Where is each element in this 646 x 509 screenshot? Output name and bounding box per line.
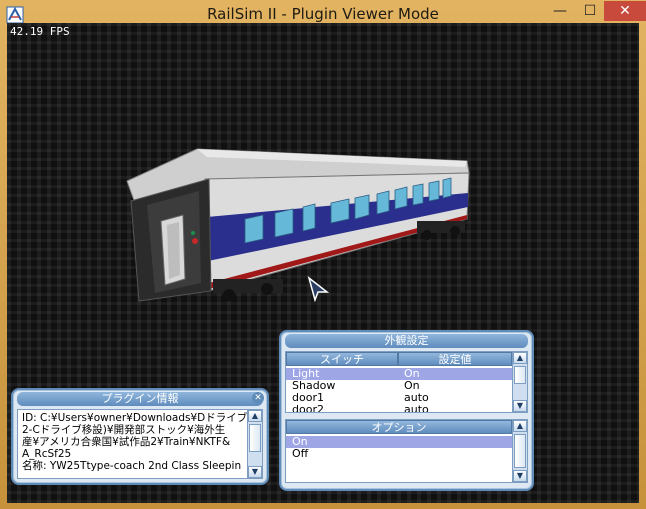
panel-title: 外観設定	[285, 334, 528, 348]
panel-title: プラグイン情報	[17, 392, 263, 406]
plugin-info-lines: ID: C:¥Users¥owner¥Downloads¥Dドライブ( 2-Cド…	[22, 412, 252, 472]
plugin-info-scrollbar[interactable]: ▲ ▼	[247, 410, 262, 478]
scroll-down-icon[interactable]: ▼	[513, 470, 527, 482]
scroll-down-icon[interactable]: ▼	[248, 466, 262, 478]
option-row-on[interactable]: On	[286, 436, 512, 448]
switch-row-door2[interactable]: door2 auto	[286, 404, 512, 412]
option-label: Off	[292, 447, 309, 460]
column-header-value[interactable]: 設定値	[398, 352, 512, 366]
info-line: 2-Cドライブ移設)¥開発部ストック¥海外生	[22, 424, 226, 436]
switch-value: auto	[404, 404, 429, 412]
switch-list-scrollbar[interactable]: ▲ ▼	[512, 352, 527, 412]
options-list-scrollbar[interactable]: ▲ ▼	[512, 420, 527, 482]
plugin-info-text[interactable]: ID: C:¥Users¥owner¥Downloads¥Dドライブ( 2-Cド…	[17, 409, 263, 479]
info-line: 名称: YW25Ttype-coach 2nd Class Sleepin	[22, 460, 242, 472]
options-header: オプション	[286, 420, 512, 434]
switch-row-door1[interactable]: door1 auto	[286, 392, 512, 404]
fps-counter: 42.19 FPS	[10, 25, 70, 38]
close-icon[interactable]: ✕	[252, 392, 264, 404]
3d-viewport[interactable]: 42.19 FPS 外観設定 スイッチ 設定値 Light On Shadow …	[7, 23, 639, 503]
scroll-thumb[interactable]	[514, 366, 526, 384]
switch-list[interactable]: スイッチ 設定値 Light On Shadow On door1 auto d…	[285, 351, 528, 413]
app-window: RailSim II - Plugin Viewer Mode — ☐ ✕ 42…	[0, 0, 646, 509]
info-line: A_RcSf25	[22, 448, 72, 460]
info-line: ID: C:¥Users¥owner¥Downloads¥Dドライブ(	[22, 412, 252, 424]
scroll-down-icon[interactable]: ▼	[513, 400, 527, 412]
scroll-thumb[interactable]	[249, 424, 261, 452]
scroll-up-icon[interactable]: ▲	[513, 420, 527, 432]
switch-name: door2	[292, 404, 324, 412]
minimize-button[interactable]: —	[546, 1, 574, 21]
scroll-up-icon[interactable]: ▲	[513, 352, 527, 364]
plugin-info-panel: プラグイン情報 ✕ ID: C:¥Users¥owner¥Downloads¥D…	[11, 388, 269, 485]
train-car-model[interactable]	[117, 143, 477, 303]
column-header-switch[interactable]: スイッチ	[286, 352, 398, 366]
options-list[interactable]: オプション On Off ▲ ▼	[285, 419, 528, 483]
close-button[interactable]: ✕	[604, 1, 646, 21]
info-line: 産¥アメリカ合衆国¥試作品2¥Train¥NKTF&	[22, 436, 231, 448]
scroll-up-icon[interactable]: ▲	[248, 410, 262, 422]
scroll-thumb[interactable]	[514, 434, 526, 468]
maximize-button[interactable]: ☐	[576, 1, 604, 21]
switch-value: auto	[404, 391, 429, 404]
arrow-cursor-icon	[307, 276, 329, 302]
appearance-settings-panel: 外観設定 スイッチ 設定値 Light On Shadow On door1 a…	[279, 330, 534, 491]
switch-name: door1	[292, 391, 324, 404]
option-row-off[interactable]: Off	[286, 448, 512, 460]
